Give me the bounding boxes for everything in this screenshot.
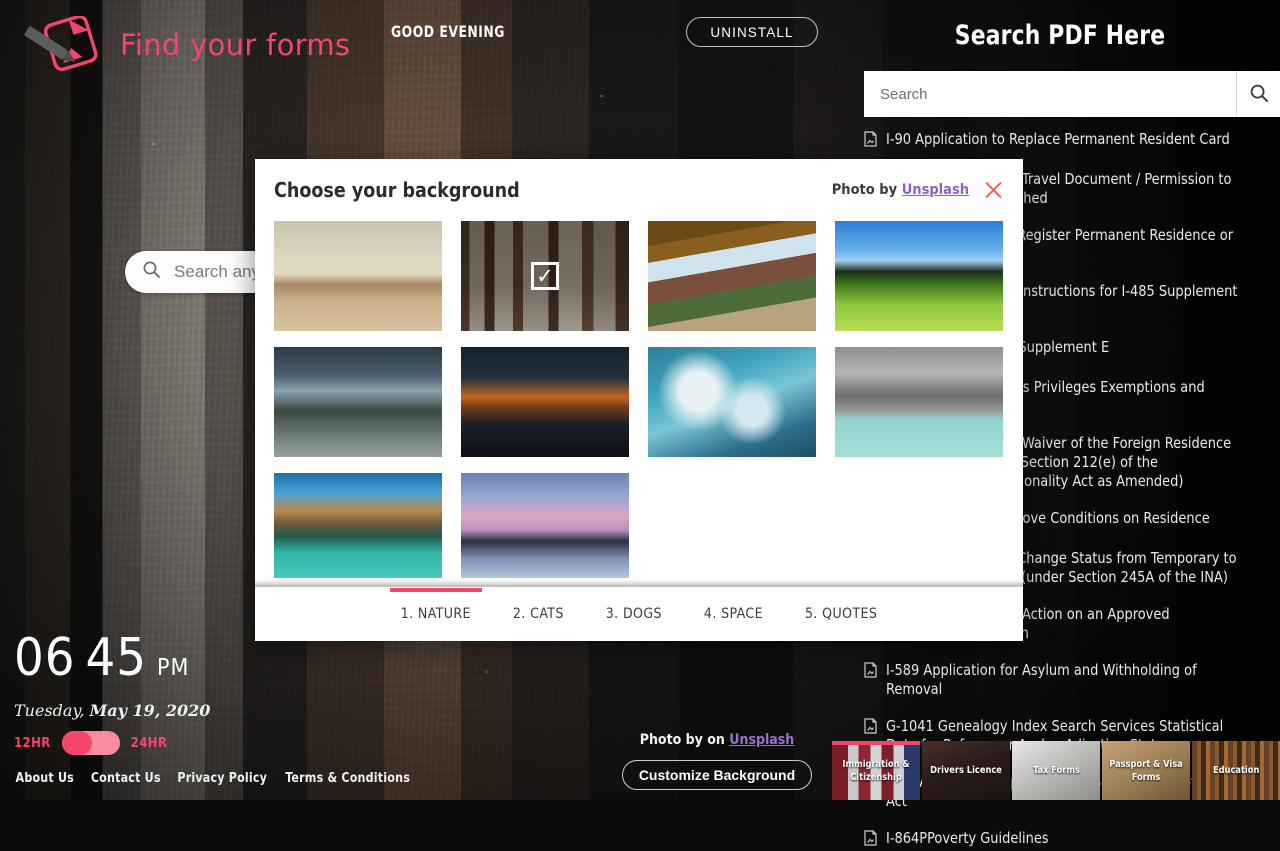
choose-background-modal: Choose your background Photo by Unsplash… bbox=[255, 159, 1023, 641]
modal-photo-credit: Photo by Unsplash bbox=[832, 182, 969, 198]
category-tile-label: Education bbox=[1213, 764, 1259, 777]
category-tile[interactable]: Passport & Visa Forms bbox=[1102, 741, 1190, 800]
modal-category-tab[interactable]: 5. QUOTES bbox=[803, 600, 879, 628]
category-tile[interactable]: Tax Forms bbox=[1012, 741, 1100, 800]
modal-scroll-divider[interactable] bbox=[255, 578, 1023, 587]
modal-category-tab[interactable]: 1. NATURE bbox=[399, 600, 473, 628]
footer-link[interactable]: Terms & Conditions bbox=[286, 771, 411, 786]
footer-link-list: About Us Contact Us Privacy Policy Terms & … bbox=[14, 771, 414, 786]
time-format-12hr-label: 12HR bbox=[14, 736, 51, 751]
category-tile[interactable]: Immigration & Citizenship bbox=[832, 741, 920, 800]
modal-body: ✓ bbox=[255, 221, 1023, 587]
modal-title: Choose your background bbox=[274, 178, 520, 202]
pdf-search-bar[interactable] bbox=[864, 71, 1280, 117]
background-thumbnail[interactable] bbox=[274, 347, 442, 457]
modal-photo-credit-prefix: Photo by bbox=[832, 182, 897, 198]
pdf-list-item-label: I-864PPoverty Guidelines bbox=[886, 829, 1049, 848]
category-tile[interactable]: Drivers Licence bbox=[922, 741, 1010, 800]
pdf-panel-title: Search PDF Here bbox=[884, 20, 1237, 51]
pdf-search-input[interactable] bbox=[864, 71, 1236, 117]
background-thumbnail[interactable] bbox=[648, 221, 816, 331]
background-thumbnail[interactable]: ✓ bbox=[461, 221, 629, 331]
clock-hours: 06 bbox=[14, 628, 76, 688]
pdf-file-icon bbox=[864, 662, 877, 683]
category-tile-label: Passport & Visa Forms bbox=[1106, 758, 1187, 784]
background-thumbnail[interactable] bbox=[461, 473, 629, 583]
pdf-list-item[interactable]: I-90 Application to Replace Permanent Re… bbox=[864, 130, 1256, 152]
time-format-toggle-row: 12HR 24HR bbox=[14, 731, 414, 755]
footer-link[interactable]: Contact Us bbox=[90, 771, 160, 786]
brand-logo[interactable]: Find your forms bbox=[14, 16, 350, 74]
pdf-list-item-label: I-589 Application for Asylum and Withhol… bbox=[886, 661, 1238, 699]
check-icon: ✓ bbox=[531, 262, 559, 290]
modal-category-tab[interactable]: 3. DOGS bbox=[604, 600, 664, 628]
category-tile-label: Tax Forms bbox=[1033, 764, 1080, 777]
footer-link[interactable]: Privacy Policy bbox=[177, 771, 267, 786]
pdf-list-item-label: I-90 Application to Replace Permanent Re… bbox=[886, 130, 1230, 149]
background-thumbnail[interactable] bbox=[274, 221, 442, 331]
time-format-toggle[interactable] bbox=[62, 731, 120, 755]
pdf-file-icon bbox=[864, 830, 877, 851]
clock-minutes: 45 bbox=[86, 628, 148, 688]
pdf-file-icon bbox=[864, 131, 877, 152]
modal-header: Choose your background Photo by Unsplash bbox=[255, 159, 1023, 221]
category-tile-label: Drivers Licence bbox=[930, 764, 1002, 777]
uninstall-button[interactable]: UNINSTALL bbox=[686, 17, 818, 47]
document-pencil-icon bbox=[14, 16, 114, 74]
category-tile-label: Immigration & Citizenship bbox=[836, 758, 917, 784]
background-thumbnail[interactable] bbox=[835, 347, 1003, 457]
pdf-list-item[interactable]: I-589 Application for Asylum and Withhol… bbox=[864, 661, 1256, 699]
pdf-file-icon bbox=[864, 718, 877, 739]
photo-credit-line: Photo by on Unsplash bbox=[622, 732, 812, 748]
photo-credit-prefix: Photo by on bbox=[640, 732, 725, 748]
modal-category-tabs: 1. NATURE 2. CATS 3. DOGS 4. SPACE 5. QUOTES bbox=[255, 587, 1023, 641]
time-format-24hr-label: 24HR bbox=[131, 736, 168, 751]
background-thumbnail[interactable] bbox=[648, 347, 816, 457]
background-credit-block: Photo by on Unsplash Customize Backgroun… bbox=[622, 732, 812, 790]
clock-weekday: Tuesday, bbox=[14, 701, 84, 720]
clock-widget: 06 45 PM Tuesday, May 19, 2020 12HR 24HR… bbox=[14, 628, 414, 786]
unsplash-link[interactable]: Unsplash bbox=[729, 732, 794, 748]
search-icon bbox=[142, 260, 161, 284]
search-icon bbox=[1249, 83, 1269, 106]
background-thumbnail[interactable] bbox=[835, 221, 1003, 331]
brand-name: Find your forms bbox=[120, 28, 350, 62]
modal-header-right: Photo by Unsplash bbox=[832, 179, 1004, 201]
close-icon[interactable] bbox=[982, 179, 1004, 201]
background-thumbnail-grid: ✓ bbox=[274, 221, 1004, 583]
clock-date: Tuesday, May 19, 2020 bbox=[14, 701, 414, 720]
greeting-text: GOOD EVENING bbox=[391, 22, 505, 41]
background-thumbnail[interactable] bbox=[461, 347, 629, 457]
modal-category-tab[interactable]: 2. CATS bbox=[511, 600, 566, 628]
customize-background-button[interactable]: Customize Background bbox=[622, 760, 812, 790]
pdf-list-item[interactable]: I-864PPoverty Guidelines bbox=[864, 829, 1256, 851]
footer-link[interactable]: About Us bbox=[16, 771, 74, 786]
toggle-knob bbox=[62, 731, 92, 755]
modal-category-tab[interactable]: 4. SPACE bbox=[702, 600, 765, 628]
category-tile-strip: Immigration & Citizenship Drivers Licence… bbox=[832, 741, 1280, 800]
category-tile[interactable]: Education bbox=[1192, 741, 1280, 800]
modal-unsplash-link[interactable]: Unsplash bbox=[902, 182, 969, 198]
pdf-search-button[interactable] bbox=[1236, 71, 1280, 117]
background-thumbnail[interactable] bbox=[274, 473, 442, 583]
clock-date-value: May 19, 2020 bbox=[90, 701, 211, 720]
clock-ampm: PM bbox=[157, 655, 189, 681]
